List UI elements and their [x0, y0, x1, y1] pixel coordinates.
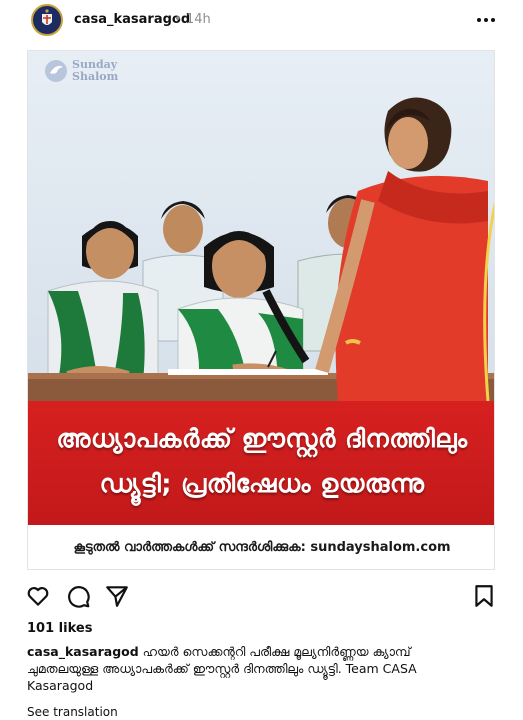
- post-footer-strip: കൂടുതൽ വാർത്തകൾക്ക് സന്ദർശിക്കുക: sunday…: [28, 525, 494, 569]
- separator-dot: •: [174, 12, 182, 27]
- headline-line-2: ഡ്യൂട്ടി; പ്രതിഷേധം ഉയരുന്നു: [99, 469, 425, 498]
- see-translation-link[interactable]: See translation: [27, 705, 118, 719]
- post-time[interactable]: 14h: [186, 12, 211, 27]
- caption-username[interactable]: casa_kasaragod: [27, 644, 139, 659]
- avatar[interactable]: [31, 4, 63, 36]
- share-icon[interactable]: [104, 583, 130, 609]
- bookmark-icon[interactable]: [471, 583, 497, 609]
- watermark-text: Sunday Shalom: [72, 59, 118, 83]
- post-footer-text: കൂടുതൽ വാർത്തകൾക്ക് സന്ദർശിക്കുക: sunday…: [73, 540, 451, 555]
- post-header: casa_kasaragod • 14h: [0, 0, 523, 42]
- post-caption: casa_kasaragod ഹയർ സെക്കന്ററി പരീക്ഷ മൂല…: [27, 643, 467, 694]
- sunday-shalom-logo: [44, 59, 68, 87]
- more-options-icon[interactable]: [474, 10, 498, 30]
- heart-icon[interactable]: [25, 583, 51, 609]
- headline-banner: അധ്യാപകർക്ക് ഈസ്റ്റർ ദിനത്തിലും ഡ്യൂട്ടി…: [28, 401, 494, 525]
- post-image[interactable]: Sunday Shalom അധ്യാപകർക്ക് ഈസ്റ്റർ ദിനത്…: [27, 50, 495, 570]
- watermark-line2: Shalom: [72, 70, 119, 83]
- post-username[interactable]: casa_kasaragod: [74, 12, 190, 27]
- classroom-illustration: [28, 51, 494, 401]
- dove-icon: [45, 60, 67, 82]
- post-actions: [0, 580, 523, 610]
- likes-count[interactable]: 101 likes: [27, 621, 92, 636]
- headline-line-1: അധ്യാപകർക്ക് ഈസ്റ്റർ ദിനത്തിലും: [56, 424, 468, 453]
- comment-icon[interactable]: [65, 583, 91, 609]
- crest-icon: [34, 7, 60, 33]
